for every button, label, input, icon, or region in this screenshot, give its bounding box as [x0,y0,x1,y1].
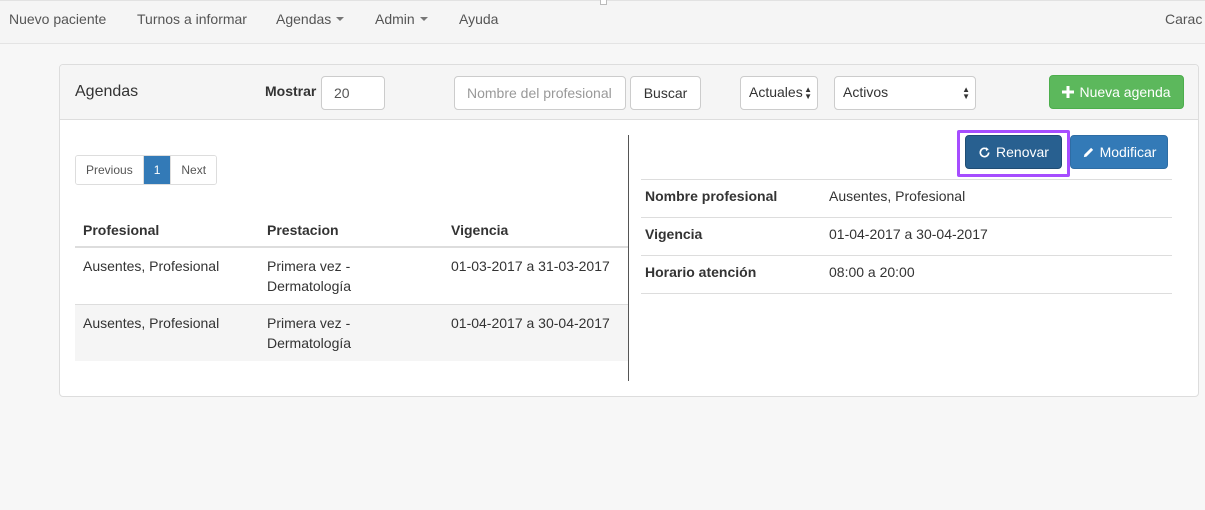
period-select[interactable]: Actuales ▲ ▼ [740,76,818,110]
vertical-divider [628,135,629,381]
mostrar-input[interactable] [321,76,385,110]
renew-button[interactable]: Renovar [965,135,1062,169]
detail-row: Nombre profesional Ausentes, Profesional [641,179,1172,218]
table-header-row: Profesional Prestacion Vigencia [75,211,628,248]
nav-nuevo-paciente[interactable]: Nuevo paciente [9,11,106,27]
detail-row: Horario atención 08:00 a 20:00 [641,255,1172,294]
cell-vigencia: 01-04-2017 a 30-04-2017 [443,304,628,361]
detail-label: Vigencia [641,217,825,256]
nav-label: Agendas [276,11,332,27]
header-profesional: Profesional [75,211,259,248]
modify-label: Modificar [1099,144,1157,160]
caret-down-icon [336,17,345,22]
search-button[interactable]: Buscar [630,76,701,110]
table-row[interactable]: Ausentes, Profesional Primera vez - Derm… [75,246,628,305]
nav-user-menu[interactable]: Carac [1165,11,1202,27]
top-navbar: Nuevo paciente Turnos a informar Agendas… [0,0,1205,44]
nav-label: Turnos a informar [137,11,247,27]
nav-ayuda[interactable]: Ayuda [459,11,498,27]
refresh-icon [978,146,991,159]
pagination-previous[interactable]: Previous [76,156,143,184]
cell-profesional: Ausentes, Profesional [75,246,259,305]
period-select-value: Actuales [749,84,803,100]
search-input[interactable] [454,76,626,110]
detail-label: Horario atención [641,255,825,294]
new-agenda-button[interactable]: Nueva agenda [1049,75,1184,109]
cell-prestacion: Primera vez - Dermatología [259,246,443,305]
cell-vigencia: 01-03-2017 a 31-03-2017 [443,246,628,305]
nav-label: Nuevo paciente [9,11,107,27]
detail-value: 08:00 a 20:00 [825,255,1172,294]
nav-label: Admin [375,11,415,27]
agendas-table: Profesional Prestacion Vigencia Ausentes… [75,211,628,361]
renew-label: Renovar [996,144,1049,160]
modify-button[interactable]: Modificar [1070,135,1168,169]
cell-prestacion: Primera vez - Dermatología [259,304,443,361]
new-agenda-label: Nueva agenda [1079,84,1171,100]
pagination: Previous 1 Next [75,155,218,185]
nav-turnos-a-informar[interactable]: Turnos a informar [137,11,247,27]
agenda-detail-table: Nombre profesional Ausentes, Profesional… [641,179,1172,294]
caret-down-icon [419,17,428,22]
agendas-panel: Agendas Mostrar Buscar Actuales ▲▼ Activ… [59,64,1199,397]
mostrar-label: Mostrar [265,83,317,99]
detail-value: Ausentes, Profesional [825,179,1172,218]
plus-icon [1062,86,1075,98]
header-vigencia: Vigencia [443,211,628,248]
detail-value: 01-04-2017 a 30-04-2017 [825,217,1172,256]
detail-row: Vigencia 01-04-2017 a 30-04-2017 [641,217,1172,256]
search-button-label: Buscar [643,85,688,101]
nav-label: Carac [1165,11,1203,27]
nav-agendas-dropdown[interactable]: Agendas [276,11,345,27]
select-arrows-icon: ▲ ▼ [962,85,970,101]
header-prestacion: Prestacion [259,211,443,248]
window-resize-handle[interactable] [600,0,607,5]
nav-label: Ayuda [459,11,499,27]
pencil-icon [1082,146,1095,159]
pagination-page-1[interactable]: 1 [142,156,171,184]
table-row-selected[interactable]: Ausentes, Profesional Primera vez - Derm… [75,304,628,361]
status-select[interactable]: Activos ▲ ▼ [834,76,976,110]
panel-title: Agendas [75,83,139,100]
select-arrows-icon: ▲ ▼ [804,85,812,101]
pagination-next[interactable]: Next [170,156,217,184]
nav-admin-dropdown[interactable]: Admin [375,11,428,27]
status-select-value: Activos [843,84,889,100]
cell-profesional: Ausentes, Profesional [75,304,259,361]
detail-label: Nombre profesional [641,179,825,218]
panel-heading: Agendas Mostrar Buscar Actuales ▲▼ Activ… [60,65,1198,120]
